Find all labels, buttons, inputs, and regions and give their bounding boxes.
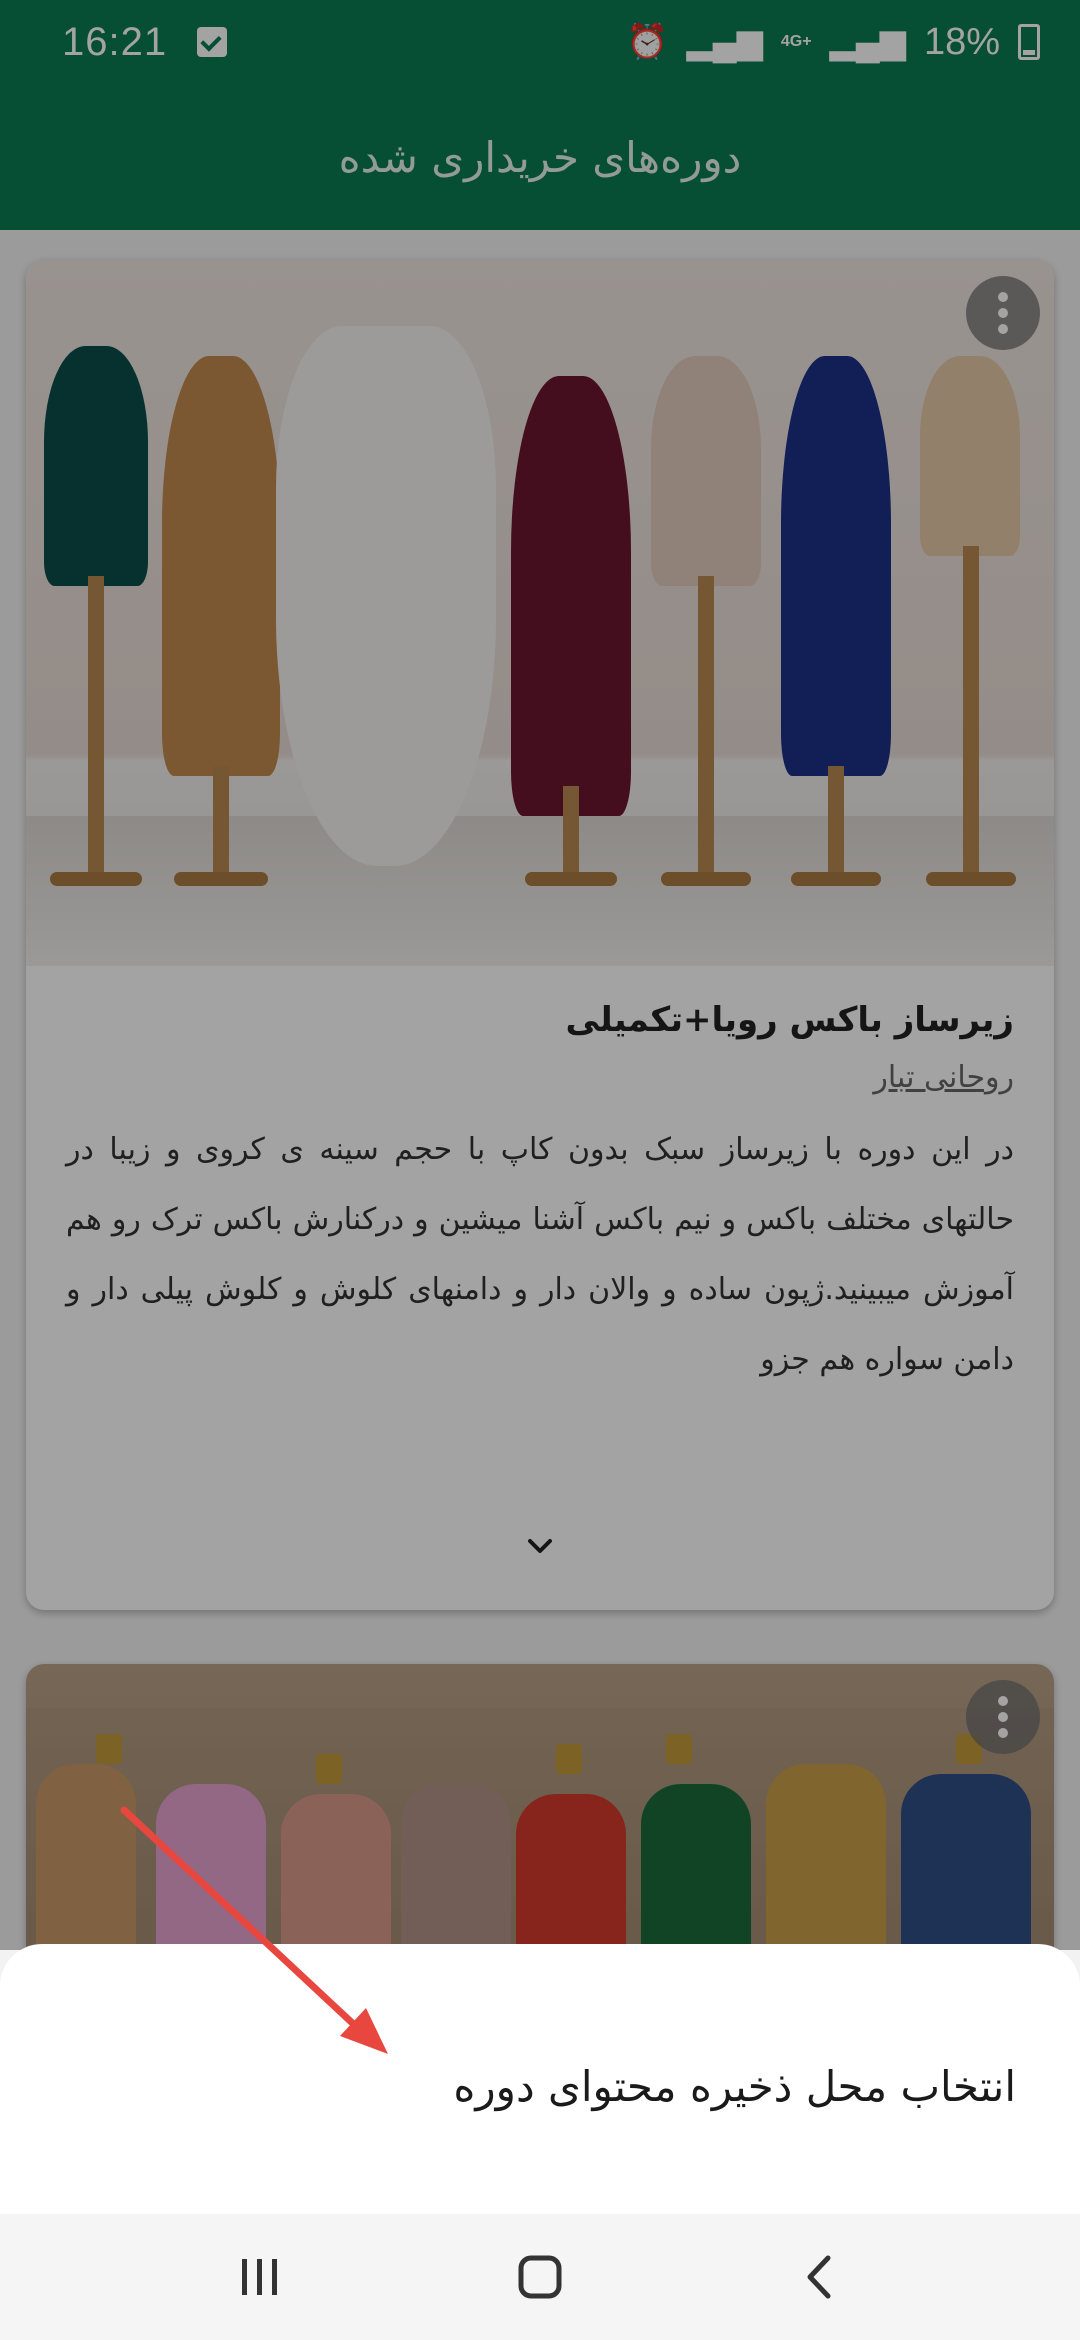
recents-icon — [242, 2259, 277, 2295]
screen: 16:21 ⏰ ▂▄▆ 4G+ ▂▄▆ 18% دوره‌های خریداری… — [0, 0, 1080, 2340]
bottom-sheet: انتخاب محل ذخیره محتوای دوره — [0, 1944, 1080, 2214]
modal-scrim[interactable] — [0, 0, 1080, 1950]
home-icon — [518, 2255, 562, 2299]
recents-button[interactable] — [220, 2237, 300, 2317]
back-button[interactable] — [780, 2237, 860, 2317]
home-button[interactable] — [500, 2237, 580, 2317]
choose-storage-location-option[interactable]: انتخاب محل ذخیره محتوای دوره — [453, 2062, 1016, 2111]
back-icon — [807, 2255, 831, 2299]
system-nav-bar — [0, 2214, 1080, 2340]
